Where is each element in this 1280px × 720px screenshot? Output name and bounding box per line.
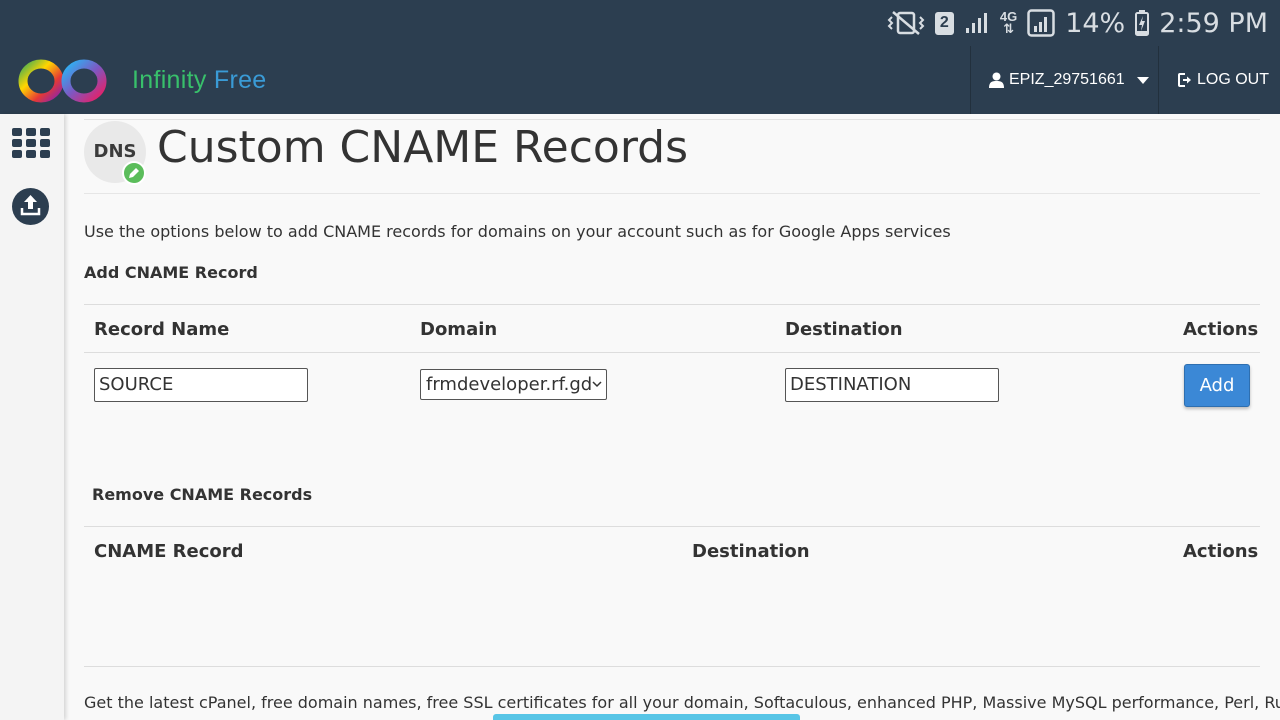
column-header-destination: Destination [785, 319, 903, 340]
network-type-icon: 4G ⇅ [999, 9, 1018, 36]
upload-icon[interactable] [12, 188, 49, 225]
sim-icon: 2 [934, 11, 954, 35]
column-header-cname-record: CNAME Record [94, 541, 244, 562]
divider [84, 119, 1260, 120]
signal-icon [965, 13, 987, 33]
column-header-destination: Destination [692, 541, 810, 562]
battery-charging-icon [1135, 10, 1150, 36]
pencil-icon [122, 161, 146, 185]
username: EPIZ_29751661 [1009, 71, 1125, 88]
column-header-domain: Domain [420, 319, 498, 340]
logout-button[interactable]: LOG OUT [1158, 46, 1280, 114]
grid-icon[interactable] [12, 128, 50, 158]
user-icon [989, 72, 1004, 88]
table-divider [84, 304, 1260, 305]
column-header-actions: Actions [1183, 541, 1259, 562]
top-header: Infinity Free EPIZ_29751661 LOG OUT [0, 46, 1280, 114]
table-divider [84, 666, 1260, 667]
brand-name[interactable]: Infinity Free [132, 66, 267, 95]
caret-down-icon [1136, 76, 1149, 84]
divider [84, 193, 1260, 194]
add-button[interactable]: Add [1184, 364, 1250, 407]
battery-percent: 14% [1065, 7, 1126, 39]
user-dropdown[interactable]: EPIZ_29751661 [970, 46, 1158, 114]
signal-box-icon [1027, 9, 1055, 37]
brand-word-infinity: Infinity [132, 66, 207, 94]
column-header-record-name: Record Name [94, 319, 230, 340]
logout-icon [1178, 73, 1191, 87]
column-header-actions: Actions [1183, 319, 1259, 340]
table-divider [84, 526, 1260, 527]
page-title: Custom CNAME Records [157, 122, 688, 173]
bottom-scroll-indicator[interactable] [493, 714, 800, 720]
logout-label: LOG OUT [1197, 71, 1270, 88]
table-divider [84, 352, 1260, 353]
clock: 2:59 PM [1159, 7, 1268, 39]
chevron-down-icon [592, 381, 602, 388]
remove-section-heading: Remove CNAME Records [92, 485, 313, 504]
vibrate-mute-icon [887, 11, 925, 35]
footer-promo-text: Get the latest cPanel, free domain names… [84, 693, 1280, 712]
domain-selected-value: frmdeveloper.rf.gd [426, 374, 593, 395]
add-section-heading: Add CNAME Record [84, 263, 258, 282]
brand-word-free: Free [213, 66, 267, 94]
page-description: Use the options below to add CNAME recor… [84, 222, 951, 241]
destination-input[interactable]: DESTINATION [785, 368, 999, 402]
status-icons: 2 4G ⇅ 14% 2:59 PM [887, 0, 1280, 46]
dns-badge: DNS [84, 121, 146, 185]
sidebar [0, 114, 64, 720]
domain-select[interactable]: frmdeveloper.rf.gd [420, 369, 607, 400]
infinity-logo-icon[interactable] [18, 58, 108, 104]
record-name-input[interactable]: SOURCE [94, 368, 308, 402]
status-bar: 2 4G ⇅ 14% 2:59 PM [0, 0, 1280, 46]
dns-badge-label: DNS [93, 141, 137, 162]
